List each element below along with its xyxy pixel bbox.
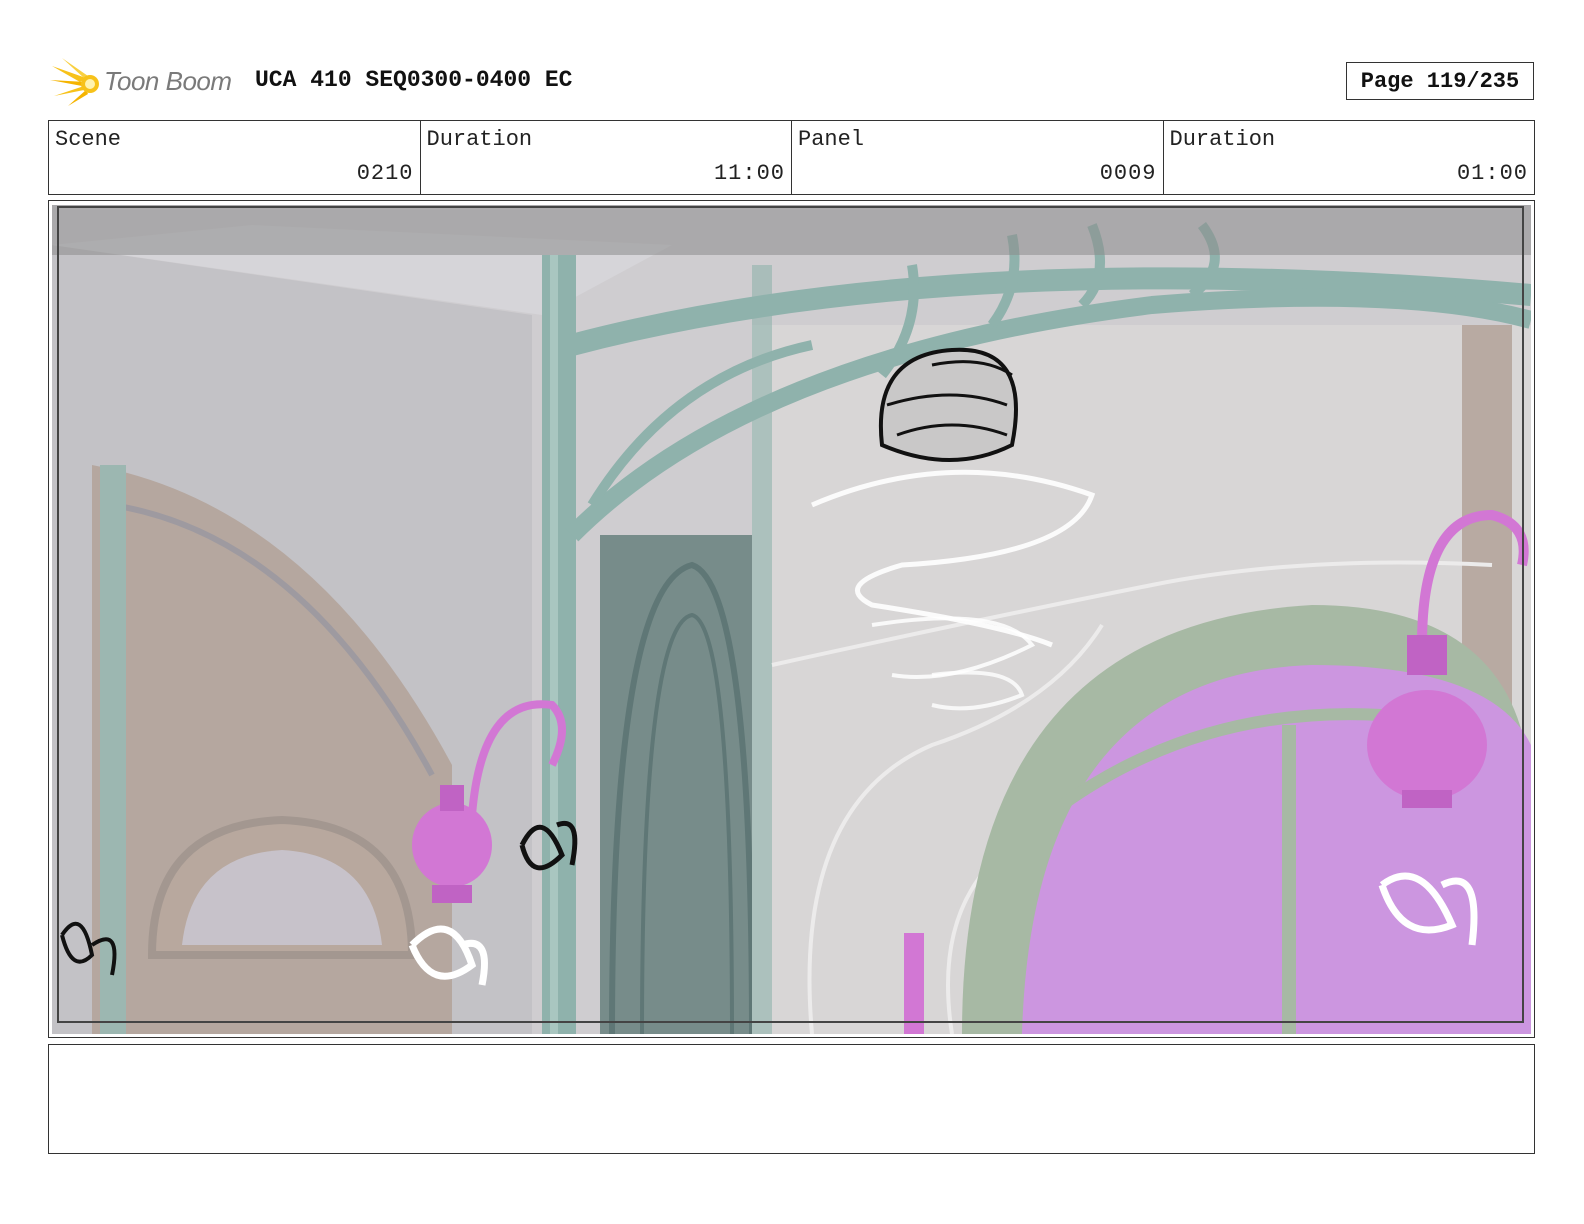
panel-label: Panel xyxy=(798,127,865,152)
panel-cell: Panel 0009 xyxy=(792,121,1164,194)
scene-cell: Scene 0210 xyxy=(49,121,421,194)
panel-duration-value: 01:00 xyxy=(1456,161,1528,186)
panel-notes-box xyxy=(48,1044,1535,1154)
scene-duration-label: Duration xyxy=(426,127,533,152)
logo-wordmark: Toon Boom xyxy=(104,66,232,96)
scene-info-table: Scene 0210 Duration 11:00 Panel 0009 Dur… xyxy=(48,120,1535,195)
sun-burst-icon xyxy=(50,58,99,106)
scene-label: Scene xyxy=(55,127,122,152)
page-indicator: Page 119/235 xyxy=(1346,62,1534,100)
storyboard-panel-image xyxy=(52,205,1531,1034)
panel-duration-cell: Duration 01:00 xyxy=(1164,121,1535,194)
panel-duration-label: Duration xyxy=(1169,127,1276,152)
document-title: UCA 410 SEQ0300-0400 EC xyxy=(255,67,573,93)
scene-duration-value: 11:00 xyxy=(713,161,785,186)
scene-value: 0210 xyxy=(356,161,414,186)
panel-artwork xyxy=(52,205,1531,1034)
panel-value: 0009 xyxy=(1099,161,1157,186)
scene-duration-cell: Duration 11:00 xyxy=(421,121,792,194)
